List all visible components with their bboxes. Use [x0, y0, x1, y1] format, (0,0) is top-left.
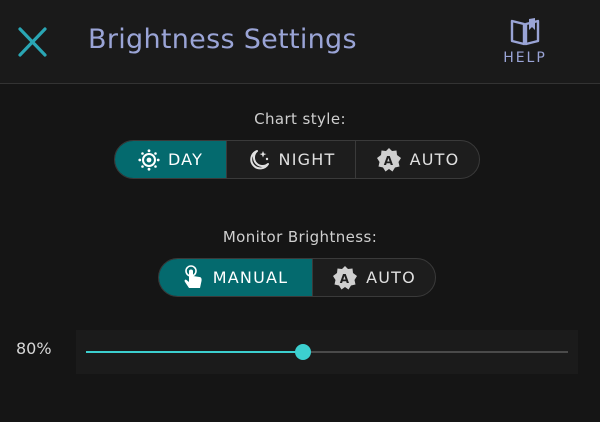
svg-text:A: A — [340, 272, 351, 286]
close-icon — [18, 27, 47, 57]
header-bar: Brightness Settings HELP — [0, 0, 600, 84]
auto-badge-icon: A — [376, 147, 401, 171]
brightness-auto-label: AUTO — [366, 268, 416, 287]
chart-style-toggle: DAY NIGHT A AUTO — [114, 140, 480, 179]
slider-fill — [86, 351, 303, 353]
brightness-slider[interactable] — [76, 330, 578, 374]
chart-style-auto-label: AUTO — [409, 150, 460, 169]
help-button[interactable]: HELP — [496, 14, 554, 70]
chart-style-night-button[interactable]: NIGHT — [227, 141, 356, 178]
chart-style-label: Chart style: — [254, 110, 346, 128]
sun-icon — [138, 148, 160, 171]
close-button[interactable] — [14, 24, 50, 60]
slider-thumb[interactable] — [294, 344, 311, 360]
moon-stars-icon — [249, 149, 269, 169]
chart-style-day-label: DAY — [167, 150, 204, 169]
brightness-slider-row: 80% — [0, 330, 600, 374]
brightness-value-label: 80% — [16, 339, 52, 358]
auto-badge-icon: A — [333, 265, 358, 289]
book-icon — [510, 18, 540, 46]
chart-style-night-label: NIGHT — [278, 150, 336, 169]
brightness-manual-button[interactable]: MANUAL — [159, 259, 313, 296]
svg-text:A: A — [383, 154, 394, 168]
monitor-brightness-toggle: MANUAL A AUTO — [158, 258, 436, 297]
page-title: Brightness Settings — [88, 24, 357, 55]
hand-pointer-icon — [184, 264, 202, 288]
brightness-auto-button[interactable]: A AUTO — [313, 259, 435, 296]
help-label: HELP — [503, 50, 547, 66]
chart-style-auto-button[interactable]: A AUTO — [356, 141, 479, 178]
brightness-manual-label: MANUAL — [212, 268, 289, 287]
monitor-brightness-label: Monitor Brightness: — [222, 228, 378, 246]
slider-track — [86, 344, 568, 360]
chart-style-day-button[interactable]: DAY — [115, 141, 227, 178]
